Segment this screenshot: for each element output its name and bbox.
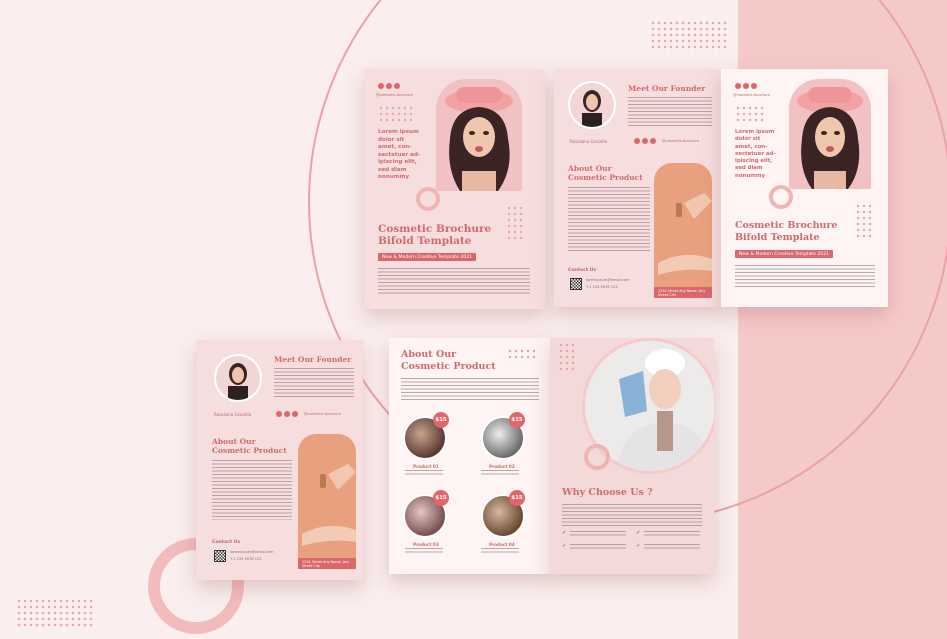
founder-title: Meet Our Founder	[628, 84, 706, 93]
founder-avatar	[568, 81, 616, 129]
contact-email: loremipsum@email.com	[586, 278, 630, 282]
about-title-line2: Cosmetic Product	[401, 361, 496, 372]
founder-text	[628, 97, 712, 127]
check-icon: ✔	[562, 543, 567, 549]
why-point-3	[570, 544, 626, 550]
model-photo-hat	[436, 79, 522, 191]
dots-decoration-small	[506, 205, 526, 241]
product-hand-photo	[654, 163, 712, 293]
cover-title-line2: Bifold Template	[735, 232, 820, 243]
contact-email: loremipsum@email.com	[230, 550, 274, 554]
cover-subtitle-badge: New & Modern Creative Template 2021	[378, 253, 477, 261]
product-hand-photo	[298, 434, 356, 566]
price-badge-3: $15	[433, 490, 449, 506]
about-title-line2: Cosmetic Product	[568, 173, 643, 182]
about-text	[401, 378, 539, 400]
contact-phone: +1 234 5678 123	[230, 557, 262, 561]
why-point-2	[644, 531, 700, 537]
inside-page-products: About Our Cosmetic Product $15 Product 0…	[389, 338, 550, 574]
address-badge: 1234 Street Any Name, Any Street City	[298, 558, 356, 569]
spread-page-founder-top: Meet Our Founder Rosaliana Gracella @cos…	[554, 69, 721, 307]
model-photo-hat	[789, 79, 871, 189]
product-label-3: Product 03	[413, 542, 439, 547]
cover-page-top: @cosmetic.brochure Lorem ipsum dolor sit…	[364, 69, 545, 309]
contact-label: Contact Us	[568, 268, 597, 273]
about-text	[568, 187, 650, 251]
why-point-4	[644, 544, 700, 550]
product-label-1: Product 01	[413, 464, 439, 469]
social-icons	[634, 138, 656, 144]
why-point-1	[570, 531, 626, 537]
founder-page-bottom: Meet Our Founder Rosaliana Gracella @cos…	[196, 340, 363, 580]
social-icons	[378, 83, 400, 89]
ring-decoration	[584, 444, 610, 470]
cover-title-line1: Cosmetic Brochure	[735, 220, 838, 231]
social-handle: @cosmetic.brochure	[304, 412, 341, 416]
founder-name: Rosaliana Gracella	[214, 412, 252, 417]
why-title: Why Choose Us ?	[562, 487, 653, 498]
social-icons	[735, 83, 757, 89]
dots-decoration	[735, 105, 767, 123]
cover-quote: Lorem ipsum dolor sit amet, con-sectetue…	[735, 129, 776, 179]
dots-decoration-top	[650, 20, 728, 52]
social-handle: @cosmetic.brochure	[376, 93, 413, 97]
ring-decoration	[416, 187, 440, 211]
social-handle: @cosmetic.brochure	[662, 139, 699, 143]
about-text	[212, 460, 292, 520]
spread-page-cover-top: @cosmetic.brochure Lorem ipsum dolor sit…	[721, 69, 888, 307]
dots-decoration-bottom-left	[16, 598, 94, 628]
social-handle: @cosmetic.brochure	[733, 93, 770, 97]
contact-label: Contact Us	[212, 540, 241, 545]
price-badge-4: $15	[509, 490, 525, 506]
cover-subtitle-badge: New & Modern Creative Template 2021	[735, 250, 834, 258]
contact-phone: +1 234 5678 123	[586, 285, 618, 289]
dots-decoration	[507, 348, 537, 362]
check-icon: ✔	[636, 543, 641, 549]
product-text-4	[481, 548, 519, 554]
address-badge: 1234 Street Any Name, Any Street City	[654, 287, 712, 298]
check-icon: ✔	[562, 530, 567, 536]
ring-decoration	[769, 185, 793, 209]
dots-decoration	[558, 342, 576, 372]
about-title-line2: Cosmetic Product	[212, 446, 287, 455]
founder-text	[274, 368, 354, 398]
product-text-3	[405, 548, 443, 554]
product-label-4: Product 04	[489, 542, 515, 547]
price-badge-1: $15	[433, 412, 449, 428]
price-badge-2: $15	[509, 412, 525, 428]
inside-page-why: Why Choose Us ? ✔ ✔ ✔ ✔	[550, 338, 714, 574]
dots-decoration-small	[855, 203, 873, 239]
product-label-2: Product 02	[489, 464, 515, 469]
qr-code	[214, 550, 226, 562]
check-icon: ✔	[636, 530, 641, 536]
product-text-2	[481, 470, 519, 476]
about-title-line1: About Our	[401, 349, 457, 360]
dots-decoration	[378, 105, 414, 123]
body-text-block	[735, 265, 875, 289]
why-text	[562, 504, 702, 526]
social-icons	[276, 411, 298, 417]
body-text-block	[378, 268, 530, 294]
founder-avatar	[214, 354, 262, 402]
cover-quote: Lorem ipsum dolor sit amet, con-sectetue…	[378, 129, 421, 181]
cover-title-line2: Bifold Template	[378, 235, 472, 247]
founder-title: Meet Our Founder	[274, 355, 352, 364]
product-text-1	[405, 470, 443, 476]
founder-name: Rosaliana Gracella	[570, 139, 608, 144]
qr-code	[570, 278, 582, 290]
cover-title-line1: Cosmetic Brochure	[378, 223, 492, 235]
